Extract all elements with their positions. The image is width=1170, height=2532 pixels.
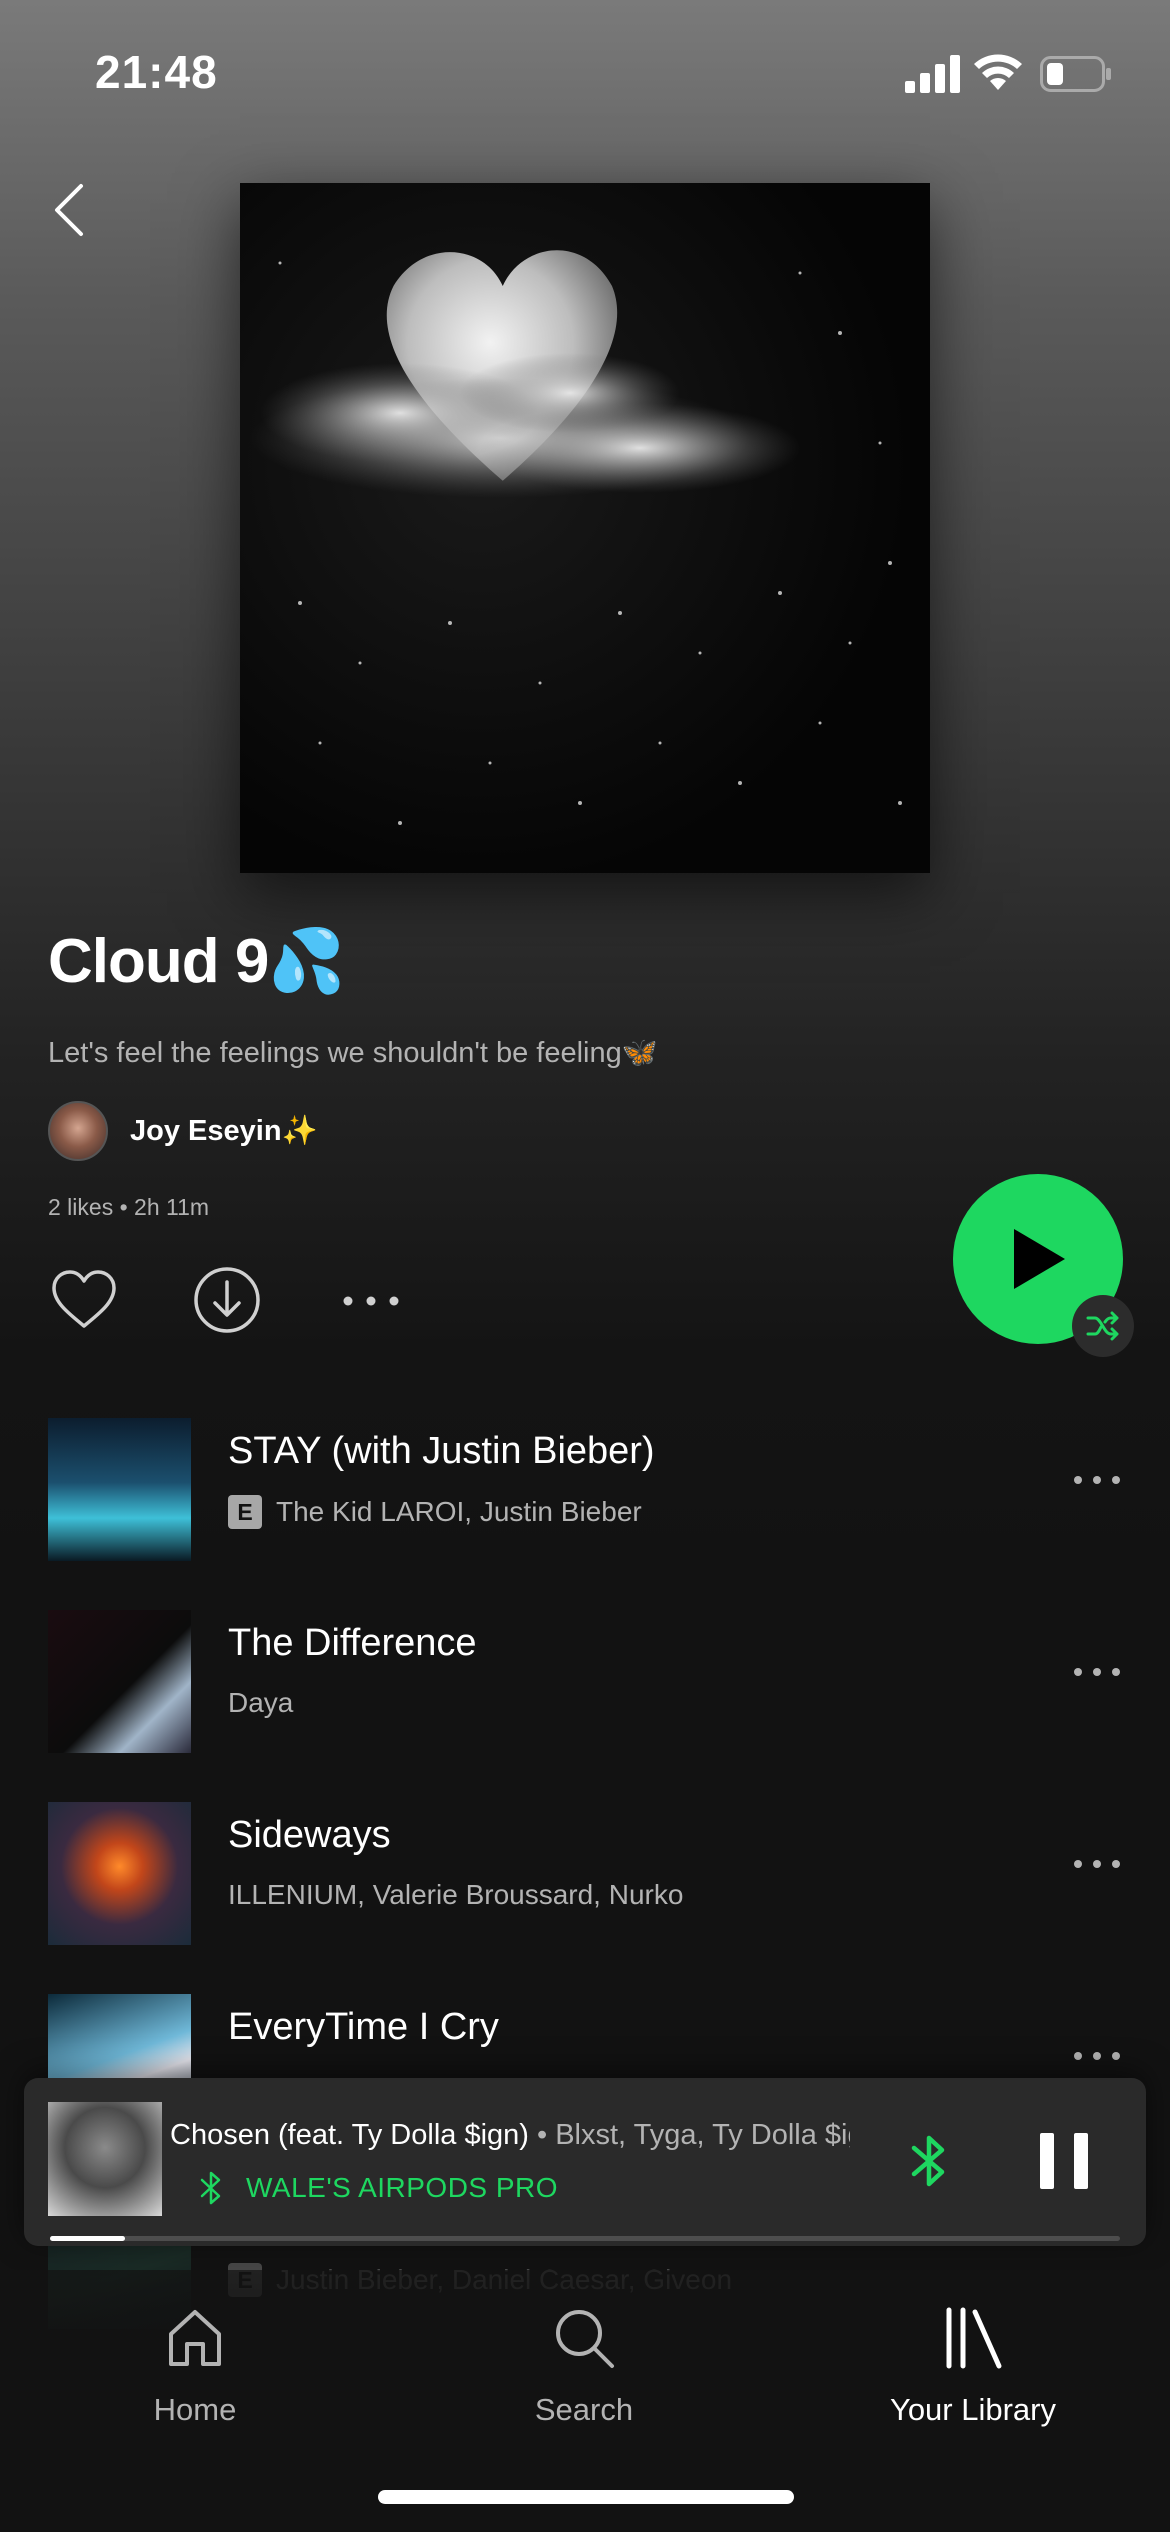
more-dots-icon[interactable]: [340, 1285, 402, 1317]
nav-library[interactable]: Your Library: [823, 2306, 1123, 2436]
mini-player[interactable]: Chosen (feat. Ty Dolla $ign) • Blxst, Ty…: [24, 2078, 1146, 2246]
playback-progress[interactable]: [50, 2236, 1120, 2241]
home-indicator: [378, 2490, 794, 2504]
track-artwork: [48, 1802, 191, 1945]
more-dots-icon[interactable]: [1072, 2048, 1122, 2064]
track-artists: Daya: [228, 1687, 294, 1718]
track-title: EveryTime I Cry: [228, 2006, 499, 2048]
nav-home[interactable]: Home: [45, 2306, 345, 2436]
now-playing-artwork: [48, 2102, 162, 2216]
library-icon: [946, 2307, 1002, 2369]
track-row[interactable]: STAY (with Justin Bieber) E The Kid LARO…: [0, 1410, 1170, 1561]
track-subtitle: E The Kid LAROI, Justin Bieber: [228, 1495, 642, 1529]
battery-icon: [1040, 56, 1111, 92]
now-playing-title: Chosen (feat. Ty Dolla $ign) • Blxst, Ty…: [170, 2119, 850, 2152]
owner-name[interactable]: Joy Eseyin✨: [130, 1114, 318, 1148]
track-artwork: [48, 1418, 191, 1561]
owner-row[interactable]: Joy Eseyin✨: [48, 1100, 318, 1162]
now-playing-song: Chosen (feat. Ty Dolla $ign): [170, 2119, 529, 2151]
track-title: Sideways: [228, 1814, 391, 1856]
home-icon: [169, 2310, 221, 2366]
explicit-badge: E: [228, 1495, 262, 1529]
status-time: 21:48: [95, 46, 218, 98]
track-artists: The Kid LAROI, Justin Bieber: [276, 1496, 642, 1527]
more-dots-icon[interactable]: [1072, 1856, 1122, 1872]
nav-library-label: Your Library: [889, 2392, 1056, 2427]
signal-icon: [905, 55, 960, 93]
track-title: STAY (with Justin Bieber): [228, 1430, 655, 1472]
search-icon: [556, 2310, 614, 2368]
track-subtitle: Daya: [228, 1687, 293, 1719]
shuffle-icon: [1086, 1311, 1119, 1341]
playlist-meta: 2 likes • 2h 11m: [48, 1194, 210, 1220]
track-artists: ILLENIUM, Valerie Broussard, Nurko: [228, 1879, 684, 1910]
status-bar: 21:48: [0, 0, 1170, 140]
nav-home-label: Home: [153, 2392, 237, 2427]
track-artwork: [48, 1610, 191, 1753]
wifi-icon: [974, 54, 1022, 90]
track-subtitle: ILLENIUM, Valerie Broussard, Nurko: [228, 1879, 683, 1911]
track-row[interactable]: Sideways ILLENIUM, Valerie Broussard, Nu…: [0, 1794, 1170, 1945]
more-dots-icon[interactable]: [1072, 1664, 1122, 1680]
playlist-title: Cloud 9💦: [48, 927, 346, 996]
playback-progress-fill: [50, 2236, 125, 2241]
playlist-description: Let's feel the feelings we shouldn't be …: [48, 1037, 658, 1069]
playlist-cover-art: [240, 183, 930, 873]
track-row[interactable]: The Difference Daya: [0, 1602, 1170, 1753]
download-icon[interactable]: [193, 1266, 261, 1334]
owner-avatar[interactable]: [48, 1101, 108, 1161]
pause-icon[interactable]: [1036, 2131, 1092, 2191]
playlist-page: 21:48 Cloud 9💦 Let's feel the feelings w…: [0, 0, 1170, 2532]
more-dots-icon[interactable]: [1072, 1472, 1122, 1488]
nav-search-label: Search: [534, 2392, 634, 2427]
now-playing-device: WALE'S AIRPODS PRO: [246, 2172, 559, 2203]
now-playing-artists: • Blxst, Tyga, Ty Dolla $ign: [528, 2119, 850, 2151]
heart-icon[interactable]: [50, 1268, 118, 1332]
shuffle-button[interactable]: [1072, 1295, 1134, 1357]
nav-search[interactable]: Search: [434, 2306, 734, 2436]
track-title: The Difference: [228, 1622, 477, 1664]
bluetooth-small-icon: [200, 2171, 221, 2205]
play-icon: [1014, 1229, 1065, 1289]
back-button[interactable]: [45, 180, 95, 240]
bluetooth-icon[interactable]: [896, 2128, 962, 2194]
